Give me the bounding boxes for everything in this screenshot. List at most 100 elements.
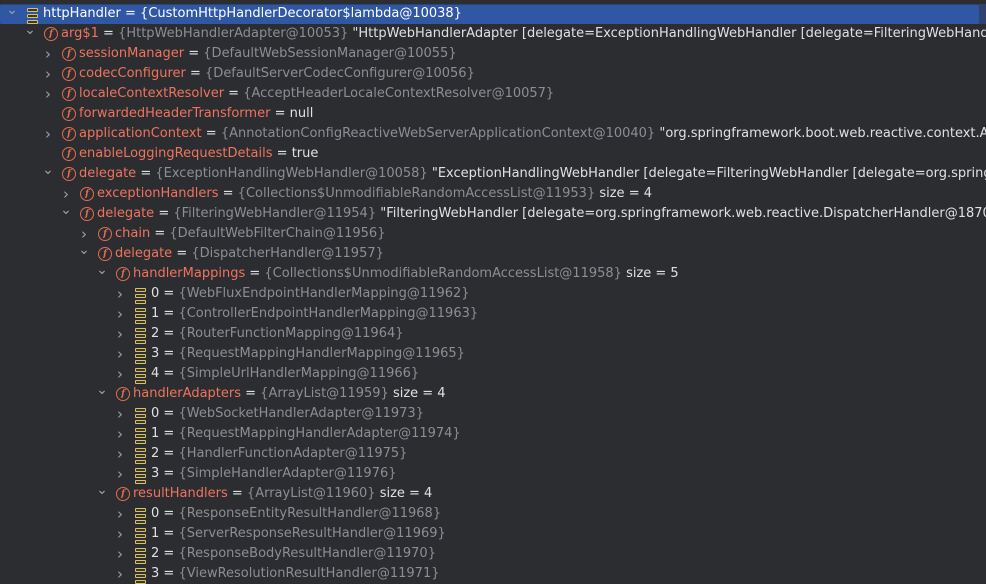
expand-arrow-icon[interactable]: › xyxy=(114,424,126,444)
expand-arrow-icon[interactable]: › xyxy=(114,304,126,324)
equals-sign: = xyxy=(159,286,179,301)
variable-type: {ServerResponseResultHandler@11969} xyxy=(178,526,446,541)
tree-row[interactable]: › 0 = {WebSocketHandlerAdapter@11973} xyxy=(0,404,986,424)
tree-row-text: 3 = {RequestMappingHandlerMapping@11965} xyxy=(151,344,465,364)
expand-arrow-icon[interactable]: › xyxy=(78,224,90,244)
variable-value: size = 4 xyxy=(375,486,433,501)
expand-arrow-icon[interactable]: › xyxy=(114,524,126,544)
tree-row[interactable]: ⌄ httpHandler = {CustomHttpHandlerDecorat… xyxy=(0,4,986,24)
equals-sign: = xyxy=(185,66,206,81)
tree-row[interactable]: › 2 = {HandlerFunctionAdapter@11975} xyxy=(0,444,986,464)
collapse-arrow-icon[interactable]: ⌄ xyxy=(24,24,36,40)
field-icon: f xyxy=(80,207,94,221)
variable-value: "HttpWebHandlerAdapter [delegate=Excepti… xyxy=(348,26,986,41)
variable-type: {AcceptHeaderLocaleContextResolver@10057… xyxy=(243,86,555,101)
tree-row-text: resultHandlers = {ArrayList@11960} size … xyxy=(133,484,432,504)
tree-row[interactable]: › 2 = {RouterFunctionMapping@11964} xyxy=(0,324,986,344)
variable-type: {SimpleHandlerAdapter@11976} xyxy=(178,466,397,481)
tree-row[interactable]: f forwardedHeaderTransformer = null xyxy=(0,104,986,124)
variable-name: enableLoggingRequestDetails xyxy=(79,146,273,161)
tree-row[interactable]: › 0 = {ResponseEntityResultHandler@11968} xyxy=(0,504,986,524)
expand-arrow-icon[interactable]: › xyxy=(42,124,54,144)
expand-arrow-icon[interactable]: › xyxy=(114,324,126,344)
expand-arrow-icon[interactable]: › xyxy=(114,564,126,584)
tree-row[interactable]: ⌄ f resultHandlers = {ArrayList@11960} siz… xyxy=(0,484,986,504)
tree-row[interactable]: › 1 = {ControllerEndpointHandlerMapping@1… xyxy=(0,304,986,324)
variable-type: {AnnotationConfigReactiveWebServerApplic… xyxy=(220,126,656,141)
field-icon: f xyxy=(62,47,76,61)
collapse-arrow-icon[interactable]: ⌄ xyxy=(96,384,108,400)
tree-row-text: 3 = {ViewResolutionResultHandler@11971} xyxy=(151,564,439,584)
expand-arrow-icon[interactable]: › xyxy=(42,64,54,84)
collapse-arrow-icon[interactable]: ⌄ xyxy=(78,244,90,260)
expand-arrow-icon[interactable]: › xyxy=(42,44,54,64)
variable-name: handlerMappings xyxy=(133,266,246,281)
tree-row[interactable]: ⌄ f arg$1 = {HttpWebHandlerAdapter@10053} … xyxy=(0,24,986,44)
tree-row[interactable]: ⌄ f delegate = {FilteringWebHandler@11954}… xyxy=(0,204,986,224)
tree-row[interactable]: › 3 = {SimpleHandlerAdapter@11976} xyxy=(0,464,986,484)
tree-row[interactable]: › f applicationContext = {AnnotationConfig… xyxy=(0,124,986,144)
variable-type: {ViewResolutionResultHandler@11971} xyxy=(178,566,440,581)
equals-sign: = xyxy=(159,546,179,561)
variable-type: {RequestMappingHandlerAdapter@11974} xyxy=(178,426,461,441)
expand-arrow-icon[interactable]: › xyxy=(114,464,126,484)
expand-arrow-icon[interactable]: › xyxy=(114,444,126,464)
equals-sign: = xyxy=(159,366,179,381)
collapse-arrow-icon[interactable]: ⌄ xyxy=(42,164,54,180)
tree-row-text: chain = {DefaultWebFilterChain@11956} xyxy=(115,224,385,244)
debugger-variables-tree[interactable]: ⌄ httpHandler = {CustomHttpHandlerDecorat… xyxy=(0,0,986,584)
tree-row-text: 2 = {HandlerFunctionAdapter@11975} xyxy=(151,444,407,464)
variable-value: "FilteringWebHandler [delegate=org.sprin… xyxy=(376,206,986,221)
tree-row[interactable]: f enableLoggingRequestDetails = true xyxy=(0,144,986,164)
variable-name: chain xyxy=(115,226,151,241)
variable-value: size = 4 xyxy=(595,186,652,201)
tree-row[interactable]: › 1 = {ServerResponseResultHandler@11969} xyxy=(0,524,986,544)
equals-sign: = xyxy=(98,26,119,41)
field-icon: f xyxy=(116,487,130,501)
variable-name: delegate xyxy=(115,246,173,261)
list-element-icon xyxy=(135,408,146,424)
expand-arrow-icon[interactable]: › xyxy=(114,364,126,384)
expand-arrow-icon[interactable]: › xyxy=(114,544,126,564)
variable-value: true xyxy=(291,146,319,161)
tree-row[interactable]: › f exceptionHandlers = {Collections$Unmod… xyxy=(0,184,986,204)
tree-row[interactable]: › f codecConfigurer = {DefaultServerCodecC… xyxy=(0,64,986,84)
tree-row[interactable]: › 2 = {ResponseBodyResultHandler@11970} xyxy=(0,544,986,564)
tree-row[interactable]: › f localeContextResolver = {AcceptHeaderL… xyxy=(0,84,986,104)
expand-arrow-icon[interactable]: › xyxy=(114,344,126,364)
expand-arrow-icon[interactable]: › xyxy=(42,84,54,104)
tree-row[interactable]: › f sessionManager = {DefaultWebSessionMan… xyxy=(0,44,986,64)
tree-row[interactable]: ⌄ f handlerAdapters = {ArrayList@11959} si… xyxy=(0,384,986,404)
tree-row[interactable]: › 3 = {RequestMappingHandlerMapping@11965… xyxy=(0,344,986,364)
tree-row-text: delegate = {ExceptionHandlingWebHandler@… xyxy=(79,164,986,184)
field-icon: f xyxy=(62,87,76,101)
tree-row[interactable]: ⌄ f handlerMappings = {Collections$Unmodif… xyxy=(0,264,986,284)
variable-name: delegate xyxy=(97,206,155,221)
tree-row[interactable]: › 1 = {RequestMappingHandlerAdapter@11974… xyxy=(0,424,986,444)
collapse-arrow-icon[interactable]: ⌄ xyxy=(60,204,72,220)
expand-arrow-icon[interactable]: › xyxy=(114,284,126,304)
tree-row[interactable]: › 0 = {WebFluxEndpointHandlerMapping@1196… xyxy=(0,284,986,304)
expand-arrow-icon[interactable]: › xyxy=(114,404,126,424)
tree-row[interactable]: ⌄ f delegate = {ExceptionHandlingWebHandle… xyxy=(0,164,986,184)
tree-row[interactable]: ⌄ f delegate = {DispatcherHandler@11957} xyxy=(0,244,986,264)
equals-sign: = xyxy=(241,386,261,401)
list-element-icon xyxy=(135,468,146,484)
equals-sign: = xyxy=(159,406,179,421)
tree-row-text: delegate = {DispatcherHandler@11957} xyxy=(115,244,384,264)
expand-arrow-icon[interactable]: › xyxy=(114,504,126,524)
tree-row[interactable]: › f chain = {DefaultWebFilterChain@11956} xyxy=(0,224,986,244)
expand-arrow-icon[interactable]: › xyxy=(60,184,72,204)
tree-row-text: localeContextResolver = {AcceptHeaderLoc… xyxy=(79,84,554,104)
variable-value: size = 5 xyxy=(621,266,679,281)
collapse-arrow-icon[interactable]: ⌄ xyxy=(6,4,18,20)
tree-row-text: arg$1 = {HttpWebHandlerAdapter@10053} "H… xyxy=(61,24,986,44)
tree-row[interactable]: › 3 = {ViewResolutionResultHandler@11971} xyxy=(0,564,986,584)
collapse-arrow-icon[interactable]: ⌄ xyxy=(96,264,108,280)
field-icon: f xyxy=(62,67,76,81)
equals-sign: = xyxy=(172,246,192,261)
tree-row[interactable]: › 4 = {SimpleUrlHandlerMapping@11966} xyxy=(0,364,986,384)
variable-type: {ArrayList@11959} xyxy=(260,386,389,401)
collapse-arrow-icon[interactable]: ⌄ xyxy=(96,484,108,500)
equals-sign: = xyxy=(272,146,292,161)
